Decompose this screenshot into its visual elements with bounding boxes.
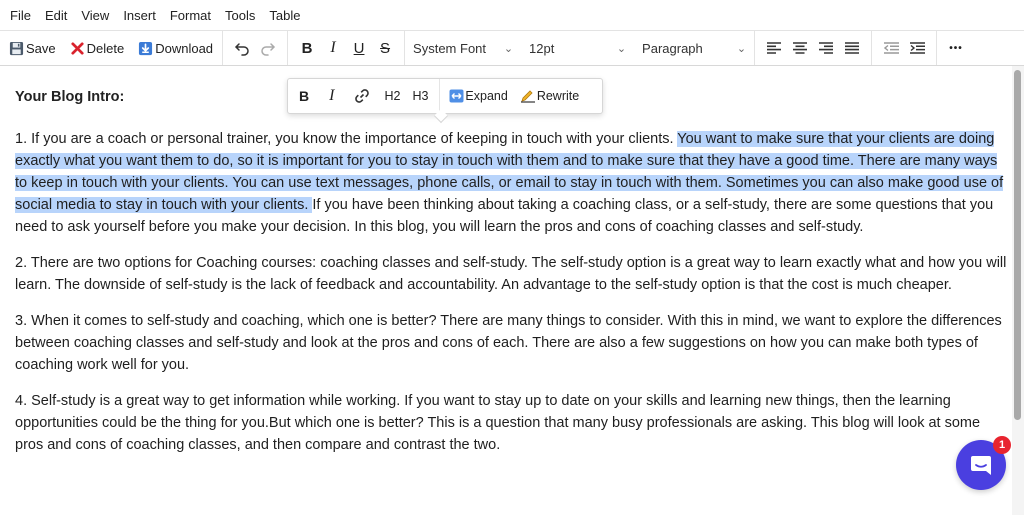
floppy-disk-icon	[9, 41, 24, 56]
align-right-button[interactable]	[813, 35, 839, 61]
save-label: Save	[26, 40, 56, 56]
font-size-value: 12pt	[529, 40, 555, 56]
block-format-value: Paragraph	[642, 40, 703, 56]
scrollbar-track[interactable]	[1012, 66, 1024, 515]
chevron-down-icon: ⌄	[503, 42, 514, 55]
undo-button[interactable]	[229, 35, 255, 61]
outdent-icon	[883, 42, 899, 54]
indent-button[interactable]	[904, 35, 930, 61]
download-icon	[138, 41, 153, 56]
editor-toolbar: Save Delete Download B I U S System Font…	[0, 30, 1024, 66]
pencil-icon	[520, 89, 536, 103]
align-center-button[interactable]	[787, 35, 813, 61]
align-left-button[interactable]	[761, 35, 787, 61]
menu-bar: File Edit View Insert Format Tools Table	[0, 0, 1024, 30]
menu-format[interactable]: Format	[170, 8, 211, 23]
heading-3-button[interactable]: H3	[407, 83, 433, 109]
paragraph-1-start: 1. If you are a coach or personal traine…	[15, 131, 678, 147]
download-button[interactable]: Download	[135, 35, 216, 61]
align-right-icon	[819, 42, 834, 54]
rewrite-label: Rewrite	[536, 89, 580, 103]
delete-button[interactable]: Delete	[67, 35, 128, 61]
paragraph-4[interactable]: 4. Self-study is a great way to get info…	[15, 390, 1010, 456]
paragraph-3[interactable]: 3. When it comes to self-study and coach…	[15, 310, 1010, 376]
paragraph-1[interactable]: 1. If you are a coach or personal traine…	[15, 128, 1010, 238]
outdent-button[interactable]	[878, 35, 904, 61]
text-style-group: B I U S	[288, 31, 406, 65]
redo-button[interactable]	[255, 35, 281, 61]
alignment-group	[755, 31, 873, 65]
heading-2-button[interactable]: H2	[379, 83, 405, 109]
delete-label: Delete	[86, 40, 125, 56]
menu-edit[interactable]: Edit	[45, 8, 67, 23]
scrollbar-thumb[interactable]	[1014, 70, 1021, 420]
indent-group	[872, 31, 938, 65]
align-left-icon	[767, 42, 782, 54]
font-size-select[interactable]: 12pt ⌄	[521, 35, 634, 61]
ai-actions-group: Expand Rewrite	[440, 79, 588, 113]
selection-toolbar: B I H2 H3 Expand Rewrite	[287, 78, 603, 114]
strikethrough-button[interactable]: S	[372, 35, 398, 61]
more-group: •••	[937, 31, 975, 65]
menu-file[interactable]: File	[10, 8, 31, 23]
indent-icon	[909, 42, 925, 54]
block-format-select[interactable]: Paragraph ⌄	[634, 35, 754, 61]
red-x-icon	[70, 41, 85, 56]
expand-button[interactable]: Expand	[446, 83, 510, 109]
redo-icon	[260, 40, 276, 56]
undo-icon	[234, 40, 250, 56]
font-group: System Font ⌄ 12pt ⌄ Paragraph ⌄	[405, 31, 756, 65]
notification-badge: 1	[993, 436, 1011, 454]
chat-bubble-icon	[969, 453, 993, 477]
link-icon	[354, 88, 370, 104]
expand-label: Expand	[465, 89, 508, 103]
font-family-value: System Font	[413, 40, 487, 56]
menu-view[interactable]: View	[81, 8, 109, 23]
selection-format-group: B I H2 H3	[288, 79, 441, 113]
paragraph-2[interactable]: 2. There are two options for Coaching co…	[15, 252, 1010, 296]
menu-insert[interactable]: Insert	[123, 8, 156, 23]
rewrite-button[interactable]: Rewrite	[517, 83, 582, 109]
underline-button[interactable]: U	[346, 35, 372, 61]
expand-arrows-icon	[449, 89, 464, 103]
align-center-icon	[793, 42, 808, 54]
download-label: Download	[155, 40, 214, 56]
chevron-down-icon: ⌄	[736, 42, 747, 55]
save-button[interactable]: Save	[6, 35, 59, 61]
justify-icon	[845, 42, 860, 54]
history-group	[223, 31, 289, 65]
menu-table[interactable]: Table	[269, 8, 300, 23]
chevron-down-icon: ⌄	[616, 42, 627, 55]
more-button[interactable]: •••	[943, 35, 969, 61]
selection-italic-button[interactable]: I	[324, 83, 339, 109]
editor-content[interactable]: Your Blog Intro: 1. If you are a coach o…	[0, 66, 1012, 515]
file-actions-group: Save Delete Download	[0, 31, 224, 65]
selection-bold-button[interactable]: B	[294, 83, 314, 109]
link-button[interactable]	[349, 83, 375, 109]
justify-button[interactable]	[839, 35, 865, 61]
font-family-select[interactable]: System Font ⌄	[405, 35, 521, 61]
bold-button[interactable]: B	[294, 35, 320, 61]
menu-tools[interactable]: Tools	[225, 8, 255, 23]
italic-button[interactable]: I	[320, 35, 346, 61]
